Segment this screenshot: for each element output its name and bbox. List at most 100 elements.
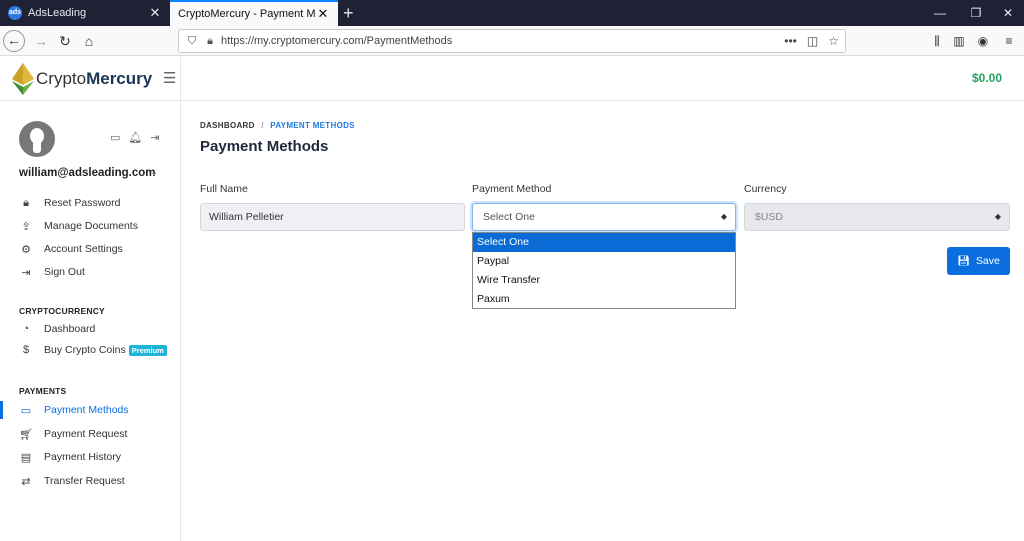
credit-card-icon: ▭ bbox=[20, 404, 32, 417]
floppy-disk-icon: 💾︎ bbox=[957, 255, 970, 267]
option-paypal[interactable]: Paypal bbox=[473, 252, 735, 271]
url-text[interactable]: https://my.cryptomercury.com/PaymentMeth… bbox=[221, 35, 774, 47]
avatar[interactable] bbox=[19, 121, 55, 157]
close-tab-icon[interactable]: ✕ bbox=[316, 6, 330, 22]
sidebar-item-label: Payment Methods bbox=[44, 404, 129, 416]
ethereum-logo-icon bbox=[12, 63, 34, 95]
sidebar-item-label: Sign Out bbox=[44, 266, 85, 278]
sidebar-item-dashboard[interactable]: ◔ Dashboard bbox=[19, 321, 96, 337]
save-button-label: Save bbox=[975, 255, 1000, 267]
browser-nav-bar: ← → ↻ ⌂ ⛉ 🔒︎ https://my.cryptomercury.co… bbox=[0, 26, 1024, 56]
account-icon[interactable]: ◉ bbox=[972, 30, 994, 52]
close-tab-icon[interactable]: ✕ bbox=[148, 5, 162, 21]
sidebar-item-label: Transfer Request bbox=[44, 475, 125, 487]
chat-icon[interactable]: ▭ bbox=[110, 131, 120, 144]
sidebar-item-manage-documents[interactable]: ⇪ Manage Documents bbox=[19, 218, 138, 234]
premium-badge: Premium bbox=[128, 344, 167, 356]
library-icon[interactable]: ⫼ bbox=[926, 30, 948, 52]
sidebar-item-buy-crypto[interactable]: $ Buy Crypto Coins Premium bbox=[19, 342, 167, 358]
sidebar-item-payment-history[interactable]: ▤ Payment History bbox=[19, 449, 121, 465]
currency-value: $USD bbox=[755, 211, 784, 223]
bookmark-star-icon[interactable]: ☆ bbox=[828, 34, 839, 48]
sidebar-item-label: Payment History bbox=[44, 451, 122, 463]
app-header: CryptoMercury ☰ $0.00 bbox=[0, 57, 1024, 101]
sidebar-item-sign-out[interactable]: ⇥ Sign Out bbox=[19, 264, 85, 280]
sidebar-heading-payments: PAYMENTS bbox=[19, 386, 67, 396]
reload-icon[interactable]: ↻ bbox=[54, 30, 76, 52]
more-actions-icon[interactable]: ••• bbox=[784, 34, 797, 48]
dollar-icon: $ bbox=[22, 344, 30, 356]
sidebar-toggle-icon[interactable]: ▥ bbox=[948, 30, 970, 52]
lock-icon: 🔒︎ bbox=[23, 196, 29, 209]
sidebar-item-label: Payment Request bbox=[44, 428, 128, 440]
sidebar-heading-crypto: CRYPTOCURRENCY bbox=[19, 306, 105, 316]
payment-method-label: Payment Method bbox=[472, 183, 552, 195]
payment-method-dropdown: Select One Paypal Wire Transfer Paxum bbox=[472, 232, 736, 309]
hamburger-menu-icon[interactable]: ☰ bbox=[163, 69, 176, 87]
home-icon[interactable]: ⌂ bbox=[78, 30, 100, 52]
sidebar-item-reset-password[interactable]: 🔒︎ Reset Password bbox=[19, 195, 120, 211]
currency-label: Currency bbox=[744, 183, 787, 195]
tab-cryptomercury[interactable]: CryptoMercury - Payment Methods ✕ bbox=[170, 0, 338, 26]
upload-icon: ⇪ bbox=[21, 220, 31, 233]
payment-method-select[interactable]: Select One ◆ bbox=[472, 203, 736, 231]
pocket-icon[interactable]: ◫ bbox=[807, 34, 818, 48]
pie-chart-icon: ◔ bbox=[22, 323, 30, 335]
brand-logo[interactable]: CryptoMercury bbox=[12, 63, 152, 95]
browser-tab-bar: ads AdsLeading ✕ CryptoMercury - Payment… bbox=[0, 0, 1024, 26]
sidebar-item-account-settings[interactable]: ⚙ Account Settings bbox=[19, 241, 123, 257]
option-paxum[interactable]: Paxum bbox=[473, 290, 735, 309]
breadcrumb-separator: / bbox=[261, 121, 264, 130]
sidebar-item-label: Dashboard bbox=[44, 323, 96, 335]
breadcrumb-dashboard[interactable]: DASHBOARD bbox=[200, 121, 255, 130]
sign-out-icon: ⇥ bbox=[21, 266, 31, 279]
forward-icon[interactable]: → bbox=[30, 30, 52, 52]
new-tab-icon[interactable]: + bbox=[343, 3, 354, 23]
sidebar-item-payment-methods[interactable]: ▭ Payment Methods bbox=[19, 402, 129, 418]
adsleading-favicon-icon: ads bbox=[8, 6, 22, 20]
url-bar[interactable]: ⛉ 🔒︎ https://my.cryptomercury.com/Paymen… bbox=[178, 29, 846, 53]
sidebar-item-label: Reset Password bbox=[44, 197, 121, 209]
restore-icon[interactable]: ❐ bbox=[958, 0, 994, 26]
lock-icon[interactable]: 🔒︎ bbox=[203, 35, 217, 48]
user-email[interactable]: william@adsleading.com bbox=[19, 167, 155, 179]
transfer-icon: ⇄ bbox=[21, 475, 31, 488]
sidebar-divider bbox=[180, 57, 181, 541]
bell-icon[interactable]: 🔔︎ bbox=[128, 131, 142, 144]
page-title: Payment Methods bbox=[200, 138, 329, 155]
shield-icon[interactable]: ⛉ bbox=[185, 35, 199, 48]
sidebar-item-label: Account Settings bbox=[44, 243, 123, 255]
back-icon[interactable]: ← bbox=[3, 30, 25, 52]
tab-title: CryptoMercury - Payment Methods bbox=[178, 8, 316, 20]
sidebar-item-label: Buy Crypto Coins bbox=[44, 344, 126, 356]
sidebar: ▭ 🔔︎ ⇥ william@adsleading.com ⌄ 🔒︎ Reset… bbox=[0, 101, 180, 541]
breadcrumb: DASHBOARD / PAYMENT METHODS bbox=[200, 121, 355, 130]
full-name-field[interactable]: William Pelletier bbox=[200, 203, 465, 231]
option-select-one[interactable]: Select One bbox=[473, 233, 735, 252]
payment-method-value: Select One bbox=[483, 211, 535, 223]
tab-title: AdsLeading bbox=[28, 7, 87, 19]
archive-icon: ▤ bbox=[20, 451, 32, 464]
sidebar-item-label: Manage Documents bbox=[44, 220, 138, 232]
minimize-icon[interactable]: — bbox=[922, 0, 958, 26]
sidebar-item-transfer-request[interactable]: ⇄ Transfer Request bbox=[19, 473, 125, 489]
cart-icon: 🛒︎ bbox=[19, 428, 33, 441]
full-name-label: Full Name bbox=[200, 183, 248, 195]
tab-adsleading[interactable]: ads AdsLeading ✕ bbox=[0, 0, 170, 26]
option-wire-transfer[interactable]: Wire Transfer bbox=[473, 271, 735, 290]
balance-amount: $0.00 bbox=[971, 71, 1002, 85]
gear-icon: ⚙ bbox=[21, 243, 31, 256]
chevron-down-icon[interactable]: ⌄ bbox=[150, 167, 158, 178]
breadcrumb-current: PAYMENT METHODS bbox=[270, 121, 355, 130]
active-indicator bbox=[0, 401, 3, 419]
currency-select[interactable]: $USD ◆ bbox=[744, 203, 1010, 231]
save-button[interactable]: 💾︎ Save bbox=[947, 247, 1010, 275]
user-actions: ▭ 🔔︎ ⇥ bbox=[110, 131, 160, 144]
sidebar-item-payment-request[interactable]: 🛒︎ Payment Request bbox=[19, 426, 127, 442]
logout-icon[interactable]: ⇥ bbox=[150, 131, 159, 144]
close-window-icon[interactable]: ✕ bbox=[990, 0, 1024, 26]
brand-name: CryptoMercury bbox=[36, 69, 153, 88]
select-arrows-icon: ◆ bbox=[994, 212, 1001, 221]
select-arrows-icon: ◆ bbox=[720, 212, 727, 221]
menu-icon[interactable]: ≡ bbox=[998, 30, 1020, 52]
